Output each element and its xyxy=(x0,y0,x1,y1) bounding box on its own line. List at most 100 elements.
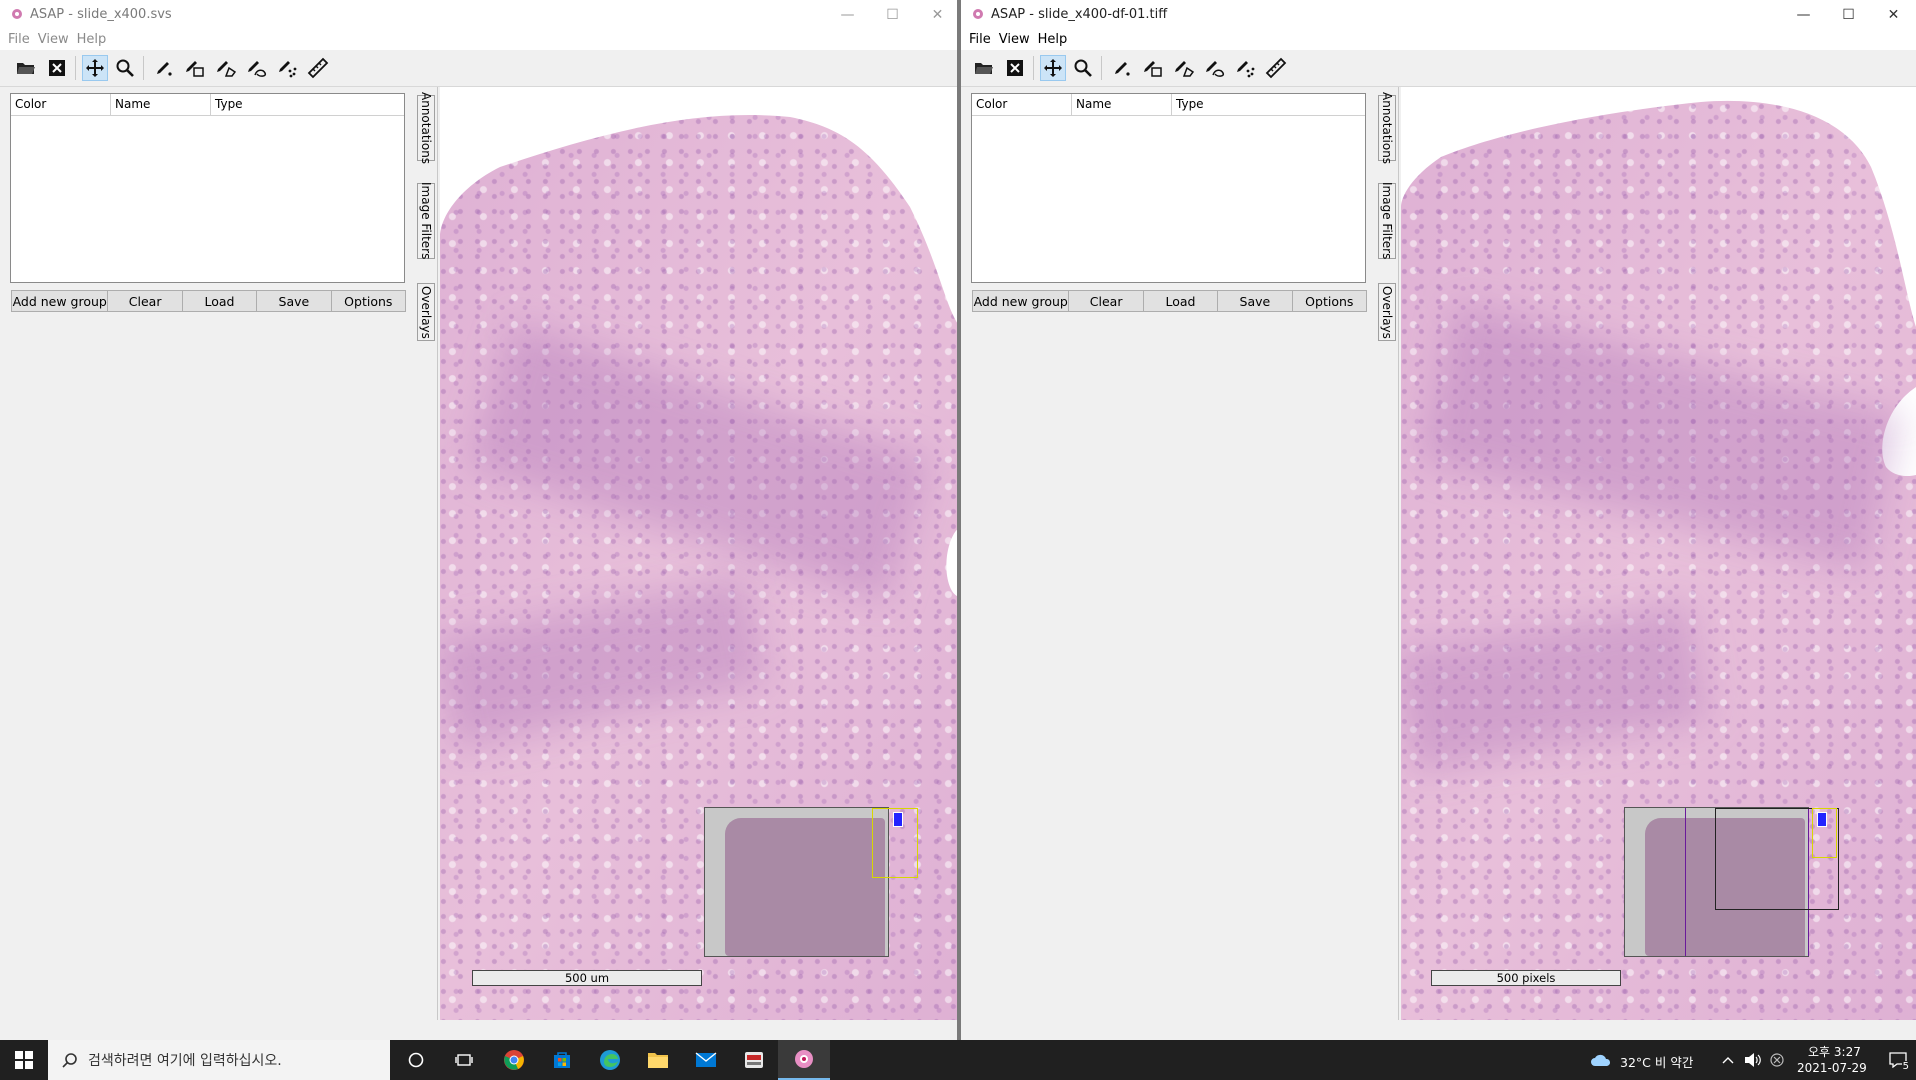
weather-cloud-icon xyxy=(1591,1054,1611,1066)
minimize-button[interactable]: — xyxy=(1781,0,1826,30)
taskbar-search[interactable]: 검색하려면 여기에 입력하십시오. xyxy=(48,1040,390,1080)
load-button[interactable]: Load xyxy=(1142,290,1219,312)
title-bar[interactable]: ASAP - slide_x400.svs — ☐ ✕ xyxy=(0,0,960,30)
polygon-annotation-icon[interactable] xyxy=(1170,55,1196,81)
dock-tabs: Annotations Image Filters Overlays xyxy=(417,87,438,1020)
load-button[interactable]: Load xyxy=(181,290,258,312)
spline-annotation-icon[interactable] xyxy=(1201,55,1227,81)
point-set-annotation-icon[interactable] xyxy=(274,55,300,81)
close-file-icon[interactable] xyxy=(44,55,70,81)
maximize-button[interactable]: ☐ xyxy=(1826,0,1871,30)
point-set-annotation-icon[interactable] xyxy=(1232,55,1258,81)
column-name[interactable]: Name xyxy=(111,94,211,115)
dot-annotation-icon[interactable] xyxy=(150,55,176,81)
mail-taskbar-button[interactable] xyxy=(682,1040,730,1080)
overview-minimap[interactable] xyxy=(1624,807,1839,957)
clock-date[interactable]: 2021-07-29 xyxy=(1797,1061,1867,1075)
column-type[interactable]: Type xyxy=(211,94,404,115)
toolbar xyxy=(961,50,1916,87)
rectangle-annotation-icon[interactable] xyxy=(1139,55,1165,81)
volume-icon[interactable] xyxy=(1742,1040,1764,1080)
clear-button[interactable]: Clear xyxy=(1068,290,1144,312)
rectangle-annotation-icon[interactable] xyxy=(181,55,207,81)
spline-annotation-icon[interactable] xyxy=(243,55,269,81)
windows-taskbar: 검색하려면 여기에 입력하십시오. 32°C 비 약간 오후 3:27 2021… xyxy=(0,1040,1916,1080)
file-explorer-taskbar-button[interactable] xyxy=(634,1040,682,1080)
column-color[interactable]: Color xyxy=(972,94,1072,115)
tray-overflow-chevron-icon[interactable] xyxy=(1718,1040,1738,1080)
chrome-taskbar-button[interactable] xyxy=(490,1040,538,1080)
open-folder-icon[interactable] xyxy=(971,55,997,81)
dock-tabs: Annotations Image Filters Overlays xyxy=(1378,87,1399,1020)
dot-annotation-icon[interactable] xyxy=(1108,55,1134,81)
options-button[interactable]: Options xyxy=(1291,290,1367,312)
options-button[interactable]: Options xyxy=(330,290,406,312)
window-title: ASAP - slide_x400.svs xyxy=(30,7,172,22)
store-taskbar-button[interactable] xyxy=(538,1040,586,1080)
column-name[interactable]: Name xyxy=(1072,94,1172,115)
polygon-annotation-icon[interactable] xyxy=(212,55,238,81)
edge-icon xyxy=(600,1050,620,1070)
zoom-icon[interactable] xyxy=(112,55,138,81)
save-button[interactable]: Save xyxy=(256,290,332,312)
pan-icon[interactable] xyxy=(82,55,108,81)
chrome-icon xyxy=(504,1050,524,1070)
add-new-group-button[interactable]: Add new group xyxy=(11,290,109,312)
maximize-button[interactable]: ☐ xyxy=(870,0,915,30)
weather-text[interactable]: 32°C 비 약간 xyxy=(1620,1052,1693,1071)
clear-button[interactable]: Clear xyxy=(107,290,183,312)
cortana-circle-icon xyxy=(408,1052,424,1068)
notification-center-button[interactable]: 5 xyxy=(1880,1040,1916,1080)
menu-help[interactable]: Help xyxy=(75,30,113,50)
cortana-button[interactable] xyxy=(392,1040,440,1080)
zoom-icon[interactable] xyxy=(1070,55,1096,81)
save-button[interactable]: Save xyxy=(1217,290,1293,312)
menu-file[interactable]: File xyxy=(6,30,36,50)
minimap-guide-line xyxy=(1685,808,1686,956)
menu-view[interactable]: View xyxy=(997,30,1036,50)
column-color[interactable]: Color xyxy=(11,94,111,115)
menu-file[interactable]: File xyxy=(967,30,997,50)
pan-icon[interactable] xyxy=(1040,55,1066,81)
annotation-panel: Color Name Type Add new group Clear Load… xyxy=(0,87,418,1020)
asap-taskbar-button[interactable] xyxy=(778,1040,830,1080)
title-bar[interactable]: ASAP - slide_x400-df-01.tiff — ☐ ✕ xyxy=(961,0,1916,30)
open-folder-icon[interactable] xyxy=(13,55,39,81)
start-button[interactable] xyxy=(0,1040,48,1080)
minimap-position-marker xyxy=(1817,812,1827,827)
tab-overlays[interactable]: Overlays xyxy=(417,283,435,341)
menu-bar: File View Help xyxy=(0,30,960,50)
minimize-button[interactable]: — xyxy=(825,0,870,30)
asap-window-right: ASAP - slide_x400-df-01.tiff — ☐ ✕ File … xyxy=(961,0,1916,1040)
add-new-group-button[interactable]: Add new group xyxy=(972,290,1070,312)
task-view-button[interactable] xyxy=(440,1040,488,1080)
close-window-button[interactable]: ✕ xyxy=(1871,0,1916,30)
asap-window-left: ASAP - slide_x400.svs — ☐ ✕ File View He… xyxy=(0,0,960,1040)
close-window-button[interactable]: ✕ xyxy=(915,0,960,30)
tab-image-filters[interactable]: Image Filters xyxy=(1378,182,1396,260)
app-taskbar-button[interactable] xyxy=(730,1040,778,1080)
edge-taskbar-button[interactable] xyxy=(586,1040,634,1080)
close-file-icon[interactable] xyxy=(1002,55,1028,81)
mail-icon xyxy=(695,1052,717,1067)
windows-logo-icon xyxy=(15,1051,33,1069)
network-status-icon[interactable] xyxy=(1766,1040,1788,1080)
tab-annotations[interactable]: Annotations xyxy=(1378,92,1396,164)
menu-help[interactable]: Help xyxy=(1036,30,1074,50)
menu-view[interactable]: View xyxy=(36,30,75,50)
slide-viewport[interactable]: 500 um xyxy=(440,87,960,1020)
column-type[interactable]: Type xyxy=(1172,94,1365,115)
tab-annotations[interactable]: Annotations xyxy=(417,92,435,164)
slide-viewport[interactable]: 500 pixels xyxy=(1401,87,1916,1020)
tab-image-filters[interactable]: Image Filters xyxy=(417,182,435,260)
annotation-list[interactable]: Color Name Type xyxy=(10,93,405,283)
overview-minimap[interactable] xyxy=(704,807,918,957)
clock-time[interactable]: 오후 3:27 xyxy=(1808,1043,1861,1060)
scale-bar: 500 pixels xyxy=(1431,970,1621,986)
tab-overlays[interactable]: Overlays xyxy=(1378,283,1396,341)
annotation-list-header: Color Name Type xyxy=(972,94,1365,116)
annotation-list[interactable]: Color Name Type xyxy=(971,93,1366,283)
annotation-panel: Color Name Type Add new group Clear Load… xyxy=(961,87,1379,1020)
ruler-icon[interactable] xyxy=(1263,55,1289,81)
ruler-icon[interactable] xyxy=(305,55,331,81)
